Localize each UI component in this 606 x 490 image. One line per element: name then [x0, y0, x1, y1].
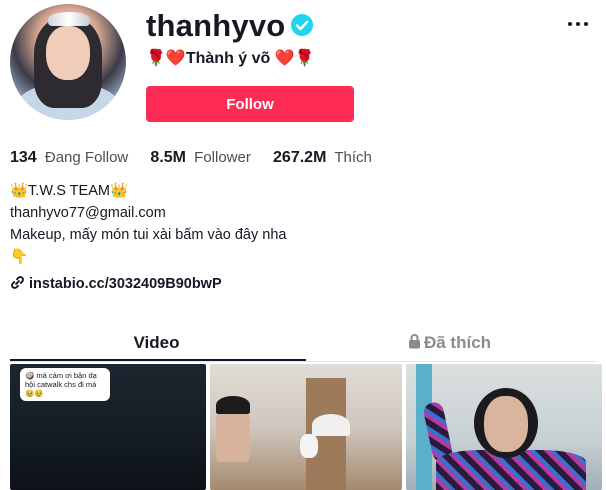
- link-chain-icon: [10, 275, 25, 294]
- verified-badge-icon: [291, 14, 313, 36]
- stat-likes-count: 267.2M: [273, 149, 327, 166]
- video-thumbnail[interactable]: [210, 364, 402, 490]
- bio-line-pointer: 👇: [10, 249, 29, 265]
- tab-liked-label: Đã thích: [423, 333, 492, 352]
- bio-line-email: thanhyvo77@gmail.com: [10, 205, 166, 221]
- profile-link-text: instabio.cc/3032409B90bwP: [29, 276, 222, 292]
- more-options-icon[interactable]: [566, 14, 590, 34]
- profile-avatar[interactable]: [10, 4, 126, 120]
- stat-followers-label: Follower: [194, 149, 251, 166]
- bio-line-team: 👑T.W.S TEAM👑: [10, 183, 129, 199]
- profile-stats: 134 Đang Follow 8.5M Follower 267.2M Thí…: [10, 149, 390, 167]
- video-caption: 🥥 má cảm ơi bận dạ hội catwalk chs đi má…: [20, 368, 110, 401]
- video-thumbnail[interactable]: [406, 364, 602, 490]
- tab-active-indicator: [10, 359, 306, 361]
- video-grid: 🥥 má cảm ơi bận dạ hội catwalk chs đi má…: [10, 364, 602, 490]
- profile-username: thanhyvo: [146, 8, 286, 43]
- profile-bio: 👑T.W.S TEAM👑 thanhyvo77@gmail.com Makeup…: [10, 180, 286, 268]
- tab-video-label: Video: [133, 333, 180, 352]
- stat-likes: 267.2M Thích: [273, 149, 372, 167]
- stat-followers-count: 8.5M: [150, 149, 186, 166]
- profile-tabs: Video Đã thích: [10, 330, 596, 362]
- stat-following-count: 134: [10, 149, 37, 166]
- lock-icon: [408, 331, 421, 357]
- tab-video[interactable]: Video: [10, 330, 303, 362]
- stat-following-label: Đang Follow: [44, 149, 129, 166]
- follow-button[interactable]: Follow: [146, 86, 354, 122]
- profile-link[interactable]: instabio.cc/3032409B90bwP: [10, 275, 222, 294]
- tab-liked[interactable]: Đã thích: [303, 330, 596, 362]
- stat-following[interactable]: 134 Đang Follow: [10, 149, 128, 167]
- stat-followers[interactable]: 8.5M Follower: [150, 149, 250, 167]
- stat-likes-label: Thích: [334, 149, 372, 166]
- bio-line-description: Makeup, mấy món tui xài bấm vào đây nha: [10, 227, 287, 243]
- video-thumbnail[interactable]: 🥥 má cảm ơi bận dạ hội catwalk chs đi má…: [10, 364, 206, 490]
- profile-nickname: 🌹❤️Thành ý võ ❤️🌹: [146, 50, 315, 67]
